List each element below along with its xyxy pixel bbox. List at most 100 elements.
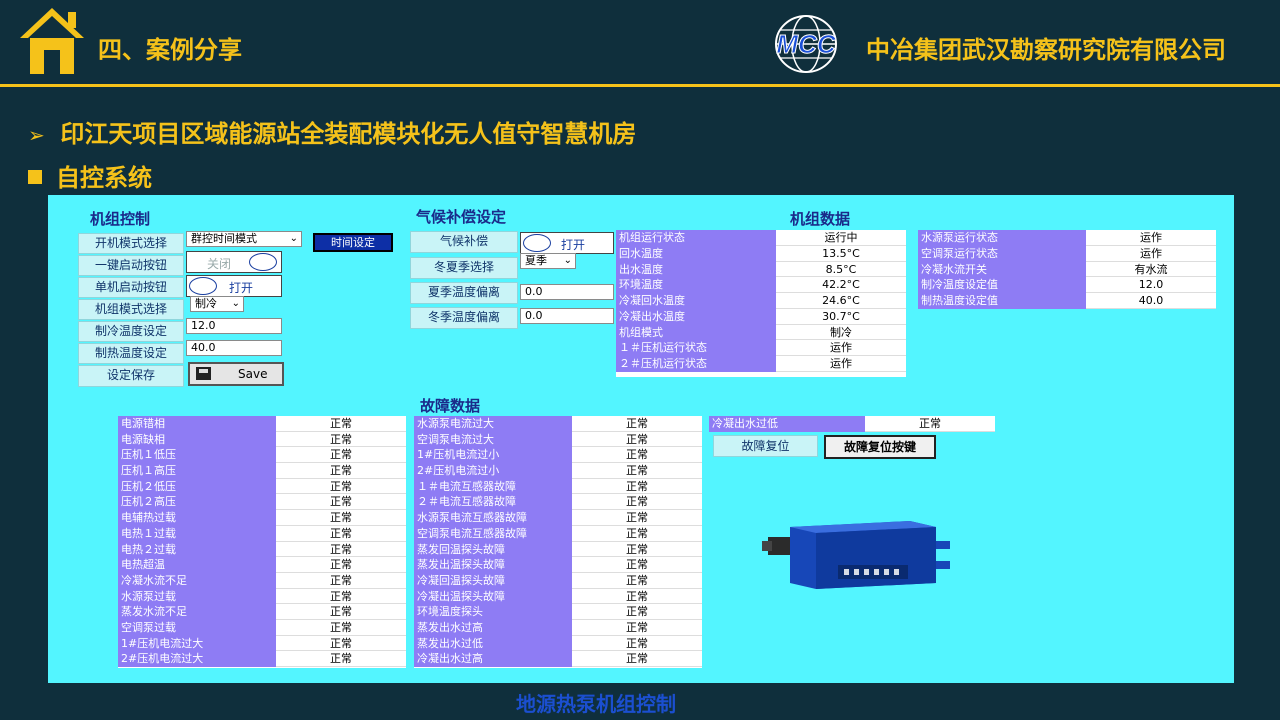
table-key: 环境温度探头 — [414, 604, 572, 620]
table-value: 正常 — [276, 510, 406, 526]
climate-comp-label: 气候补偿 — [410, 231, 518, 253]
table-value: 正常 — [276, 604, 406, 620]
fault-table-3: 冷凝出水过低 正常 — [709, 416, 995, 432]
header-divider — [0, 84, 1280, 87]
save-button[interactable]: Save — [188, 362, 284, 386]
fault-reset-button[interactable]: 故障复位按键 — [824, 435, 936, 459]
table-row: 机组模式 制冷 — [616, 324, 906, 341]
table-value: 8.5°C — [776, 261, 906, 278]
season-value: 夏季 — [525, 254, 547, 267]
unit-mode-select[interactable]: 制冷 ⌄ — [190, 296, 244, 312]
heat-pump-unit-image — [762, 521, 950, 589]
company-name: 中冶集团武汉勘察研究院有限公司 — [866, 36, 1226, 64]
table-row: 1#压机电流过大 正常 — [118, 635, 406, 652]
table-key: 制冷温度设定值 — [918, 277, 1086, 293]
table-value: 运作 — [1086, 245, 1216, 262]
table-key: 电源缺相 — [118, 431, 276, 448]
scada-panel: 机组控制 开机模式选择 一键启动按钮 单机启动按钮 机组模式选择 制冷温度设定 … — [48, 195, 1234, 683]
winter-offset-label: 冬季温度偏离 — [410, 307, 518, 329]
table-value: 正常 — [276, 447, 406, 464]
table-value: 正常 — [572, 510, 702, 526]
table-value: 正常 — [572, 557, 702, 573]
table-key: 环境温度 — [616, 277, 776, 293]
table-key: 蒸发水流不足 — [118, 604, 276, 620]
unit-status-table: 水源泵运行状态 运作 空调泵运行状态 运作 冷凝水流开关 有水流 制冷温度设定值 12.0 制热… — [918, 230, 1216, 309]
table-value: 40.0 — [1086, 293, 1216, 309]
table-key: 水源泵过载 — [118, 588, 276, 605]
table-value: 制冷 — [776, 324, 906, 341]
table-row: 电源错相 正常 — [118, 416, 406, 432]
table-row: 电源缺相 正常 — [118, 431, 406, 448]
one-key-start-toggle[interactable]: 关闭 — [186, 251, 282, 273]
table-key: 空调泵运行状态 — [918, 245, 1086, 262]
chevron-down-icon: ⌄ — [563, 255, 572, 266]
one-key-toggle-label: 关闭 — [207, 257, 232, 271]
table-key: 冷凝回水温度 — [616, 293, 776, 309]
save-label: Save — [238, 367, 268, 381]
table-key: 1#压机电流过小 — [414, 447, 572, 464]
winter-offset-input[interactable]: 0.0 — [520, 308, 614, 324]
table-value: 正常 — [572, 588, 702, 605]
heat-temp-input[interactable]: 40.0 — [186, 340, 282, 356]
startup-mode-select[interactable]: 群控时间模式 ⌄ — [186, 231, 302, 247]
table-value: 运作 — [1086, 230, 1216, 246]
table-value: 正常 — [572, 447, 702, 464]
cool-temp-input[interactable]: 12.0 — [186, 318, 282, 334]
table-key: 机组模式 — [616, 324, 776, 341]
table-key: 冷凝出水温度 — [616, 308, 776, 325]
table-key: 机组运行状态 — [616, 230, 776, 246]
table-key: 电热２过载 — [118, 541, 276, 558]
table-value: 正常 — [572, 525, 702, 542]
table-value: 正常 — [572, 494, 702, 511]
home-icon — [20, 8, 84, 74]
square-bullet-icon — [28, 170, 42, 184]
table-value: 正常 — [276, 572, 406, 589]
control-section-title: 机组控制 — [90, 210, 151, 228]
table-row: 1#压机电流过小 正常 — [414, 447, 702, 464]
table-row: 冷凝水流不足 正常 — [118, 572, 406, 589]
table-row: 空调泵运行状态 运作 — [918, 245, 1216, 262]
fault-table-1: 电源错相 正常 电源缺相 正常 压机１低压 正常 压机１高压 正常 压机２低压 正常 压机２高压 正常… — [118, 416, 406, 668]
table-row: 水源泵电流互感器故障 正常 — [414, 510, 702, 526]
season-select-label: 冬夏季选择 — [410, 257, 518, 279]
table-row: 冷凝出水过低 正常 — [709, 416, 995, 432]
table-row: 蒸发回温探头故障 正常 — [414, 541, 702, 558]
table-row: 冷凝出水过高 正常 — [414, 651, 702, 667]
single-toggle-label: 打开 — [229, 281, 254, 295]
table-row: 空调泵电流互感器故障 正常 — [414, 525, 702, 542]
table-value: 24.6°C — [776, 293, 906, 309]
toggle-knob-icon — [189, 277, 217, 295]
table-value: 正常 — [572, 541, 702, 558]
table-value: 运作 — [776, 340, 906, 356]
table-row: 2#压机电流过小 正常 — [414, 463, 702, 479]
table-key: 水源泵运行状态 — [918, 230, 1086, 246]
chevron-down-icon: ⌄ — [231, 298, 240, 309]
time-setting-button[interactable]: 时间设定 — [313, 233, 393, 252]
table-value: 运作 — [776, 356, 906, 372]
unit-mode-label: 机组模式选择 — [78, 299, 184, 320]
table-key: 压机１高压 — [118, 463, 276, 479]
table-row: ２＃电流互感器故障 正常 — [414, 494, 702, 511]
table-key: 压机２高压 — [118, 494, 276, 511]
project-title: 印江天项目区域能源站全装配模块化无人值守智慧机房 — [60, 120, 637, 148]
summer-offset-input[interactable]: 0.0 — [520, 284, 614, 300]
climate-section-title: 气候补偿设定 — [416, 208, 507, 226]
table-value: 13.5°C — [776, 245, 906, 262]
table-key: 冷凝出水过高 — [414, 651, 572, 667]
table-key: ２＃压机运行状态 — [616, 356, 776, 372]
climate-comp-toggle[interactable]: 打开 — [520, 232, 614, 254]
table-row: 冷凝水流开关 有水流 — [918, 261, 1216, 278]
table-row: 电热超温 正常 — [118, 557, 406, 573]
table-value: 正常 — [572, 651, 702, 667]
table-row: 空调泵电流过大 正常 — [414, 431, 702, 448]
table-key: 冷凝水流开关 — [918, 261, 1086, 278]
table-key: １＃压机运行状态 — [616, 340, 776, 356]
table-row: 蒸发出水过高 正常 — [414, 619, 702, 636]
cool-temp-label: 制冷温度设定 — [78, 321, 184, 342]
table-value: 正常 — [276, 541, 406, 558]
season-select[interactable]: 夏季 ⌄ — [520, 253, 576, 269]
table-key: 冷凝出温探头故障 — [414, 588, 572, 605]
single-start-toggle[interactable]: 打开 — [186, 275, 282, 297]
table-key: 水源泵电流过大 — [414, 416, 572, 432]
table-key: 电辅热过载 — [118, 510, 276, 526]
